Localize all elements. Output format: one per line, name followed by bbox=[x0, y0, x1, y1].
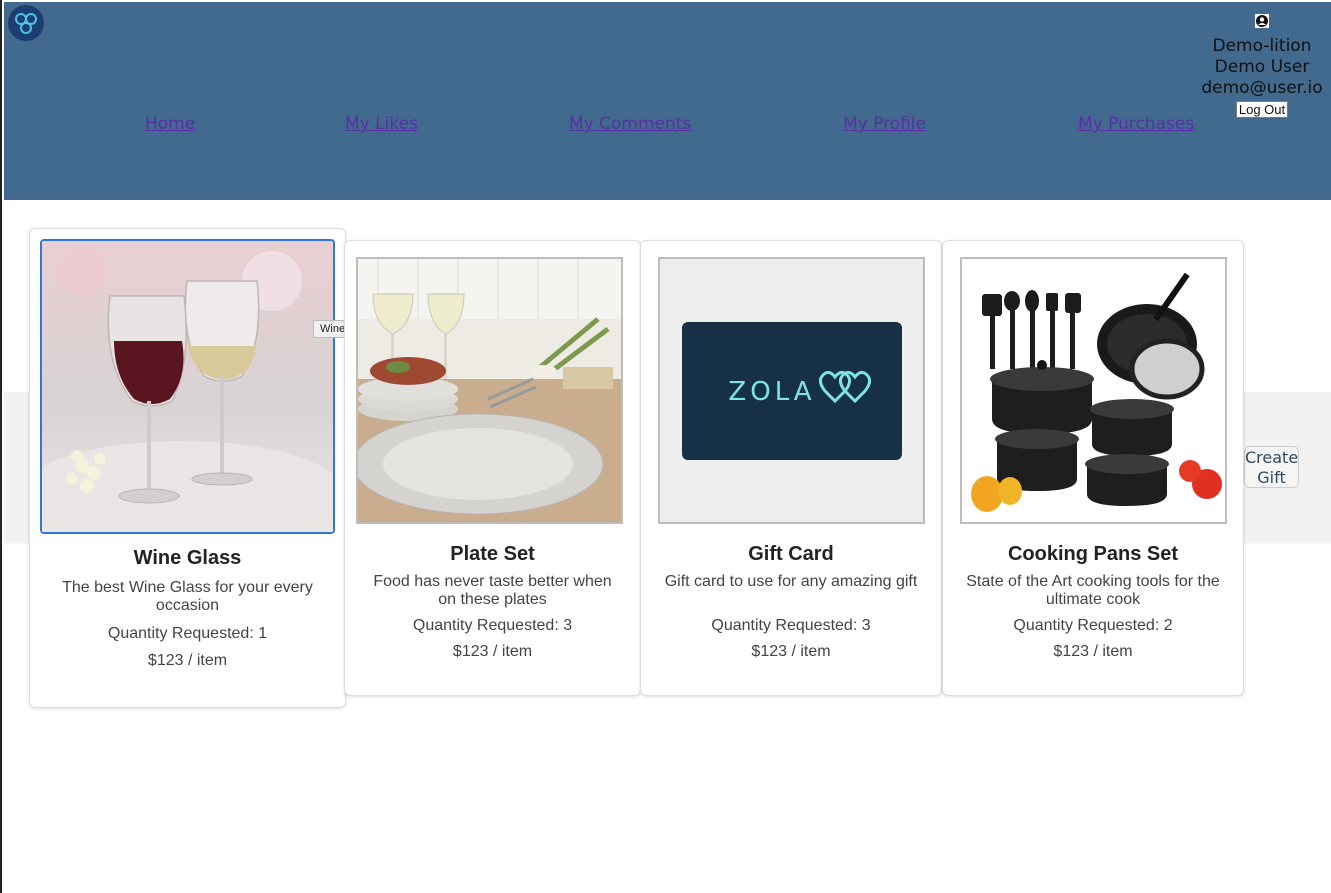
nav-my-purchases-link[interactable]: My Purchases bbox=[1078, 114, 1194, 134]
plate-set-image[interactable] bbox=[356, 257, 623, 524]
gift-description: Food has never taste better when on thes… bbox=[373, 573, 612, 608]
user-panel: Demo-lition Demo User demo@user.io Log O… bbox=[1192, 14, 1331, 120]
gift-price: $123 / item bbox=[751, 643, 831, 660]
gift-card-plate-set[interactable]: Plate Set Food has never taste better wh… bbox=[344, 240, 641, 696]
gift-description: The best Wine Glass for your every occas… bbox=[62, 579, 313, 614]
user-name: Demo User bbox=[1214, 57, 1310, 77]
gift-card-image[interactable]: ZOLA bbox=[658, 257, 925, 524]
nav-my-comments-link[interactable]: My Comments bbox=[569, 114, 691, 134]
create-gift-button[interactable]: Create Gift bbox=[1244, 446, 1299, 488]
gift-description: State of the Art cooking tools for the u… bbox=[966, 573, 1220, 608]
site-logo-icon[interactable] bbox=[8, 5, 44, 41]
zola-logo: ZOLA bbox=[728, 377, 815, 407]
logout-button[interactable]: Log Out bbox=[1235, 101, 1289, 118]
gift-title: Gift Card bbox=[748, 543, 834, 565]
gift-card-gift-card[interactable]: ZOLA Gift Card Gift card to use for any … bbox=[640, 240, 942, 696]
gift-title: Cooking Pans Set bbox=[1007, 543, 1179, 565]
gift-price: $123 / item bbox=[1053, 643, 1133, 660]
gift-description: Gift card to use for any amazing gift bbox=[664, 573, 918, 590]
user-email: demo@user.io bbox=[1201, 78, 1323, 98]
nav-my-likes-link[interactable]: My Likes bbox=[345, 114, 418, 134]
nav-home-link[interactable]: Home bbox=[145, 114, 195, 134]
registry-name: Demo-lition bbox=[1212, 36, 1312, 56]
gift-card-wine-glass[interactable]: Wine Glass The best Wine Glass for your … bbox=[29, 228, 346, 708]
cooking-pans-image[interactable] bbox=[960, 257, 1227, 524]
gift-quantity: Quantity Requested: 2 bbox=[1013, 617, 1173, 634]
gift-quantity: Quantity Requested: 3 bbox=[412, 617, 573, 634]
gift-price: $123 / item bbox=[147, 652, 228, 669]
gift-quantity: Quantity Requested: 3 bbox=[711, 617, 871, 634]
gift-card-cooking-pans-set[interactable]: Cooking Pans Set State of the Art cookin… bbox=[942, 240, 1244, 696]
top-header: Home My Likes My Comments My Profile My … bbox=[4, 2, 1331, 200]
wine-glass-image[interactable] bbox=[40, 239, 335, 534]
user-icon bbox=[1192, 14, 1331, 36]
nav-my-profile-link[interactable]: My Profile bbox=[843, 114, 926, 134]
gift-price: $123 / item bbox=[452, 643, 533, 660]
gift-title: Plate Set bbox=[450, 543, 535, 565]
gift-title: Wine Glass bbox=[133, 547, 242, 569]
gift-quantity: Quantity Requested: 1 bbox=[107, 625, 268, 642]
